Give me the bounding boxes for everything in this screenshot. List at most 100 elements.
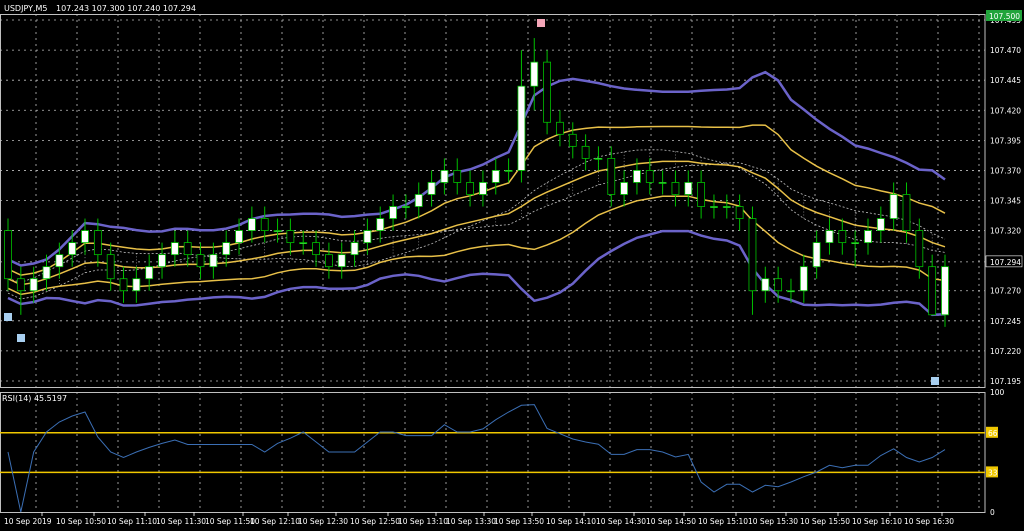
candle-body[interactable] xyxy=(568,133,577,147)
price-tick-label: 107.470 xyxy=(990,46,1021,55)
candle-body[interactable] xyxy=(68,242,77,256)
candle-body[interactable] xyxy=(286,230,295,244)
time-tick-label: 10 Sep 16:30 xyxy=(904,517,954,526)
candle-body[interactable] xyxy=(29,278,38,292)
rsi-level-tag-label: 33 xyxy=(988,468,998,477)
candle-body[interactable] xyxy=(787,290,795,293)
candle-body[interactable] xyxy=(876,218,885,231)
time-tick-label: 10 Sep 14:50 xyxy=(646,517,696,526)
candle-body[interactable] xyxy=(145,266,154,280)
time-tick-label: 10 Sep 11:10 xyxy=(107,517,157,526)
candle-body[interactable] xyxy=(389,206,397,219)
candle-body[interactable] xyxy=(889,194,898,219)
candle-body[interactable] xyxy=(556,121,564,135)
candle-body[interactable] xyxy=(324,254,333,268)
quote-label: 107.243 107.300 107.240 107.294 xyxy=(56,4,196,13)
candle-body[interactable] xyxy=(735,206,744,219)
candle-body[interactable] xyxy=(864,230,872,244)
time-tick-label: 10 Sep 12:50 xyxy=(350,517,400,526)
time-tick-label: 10 Sep 16:10 xyxy=(852,517,902,526)
candle-body[interactable] xyxy=(132,278,141,292)
candle-body[interactable] xyxy=(504,170,513,172)
price-tick-label: 107.420 xyxy=(990,106,1021,115)
candle-body[interactable] xyxy=(812,242,821,268)
candle-body[interactable] xyxy=(235,230,243,244)
candle-body[interactable] xyxy=(260,218,269,231)
candle-body[interactable] xyxy=(491,170,500,183)
candle-body[interactable] xyxy=(170,242,179,256)
candle-body[interactable] xyxy=(774,278,783,292)
candle-body[interactable] xyxy=(453,170,462,183)
candle-body[interactable] xyxy=(748,218,757,292)
candle-body[interactable] xyxy=(196,254,205,268)
candle-body[interactable] xyxy=(16,278,25,292)
candle-body[interactable] xyxy=(479,182,487,195)
candle-body[interactable] xyxy=(55,254,64,268)
candle-body[interactable] xyxy=(825,230,834,244)
rsi-tick-label: 100 xyxy=(990,388,1005,397)
price-tick-label: 107.445 xyxy=(990,76,1021,85)
candle-body[interactable] xyxy=(247,218,256,231)
time-tick-label: 10 Sep 12:10 xyxy=(250,517,300,526)
candle-body[interactable] xyxy=(851,242,860,245)
candle-body[interactable] xyxy=(697,182,706,207)
candle-body[interactable] xyxy=(312,242,320,256)
candle-body[interactable] xyxy=(928,266,937,316)
candle-body[interactable] xyxy=(838,230,847,244)
candle-body[interactable] xyxy=(119,278,128,292)
candle-body[interactable] xyxy=(915,230,924,268)
price-tick-label: 107.320 xyxy=(990,227,1021,236)
candle-body[interactable] xyxy=(517,85,526,171)
candle-body[interactable] xyxy=(183,242,192,256)
candle-body[interactable] xyxy=(402,206,410,208)
candle-body[interactable] xyxy=(941,266,949,316)
candle-body[interactable] xyxy=(440,170,449,183)
time-tick-label: 10 Sep 13:10 xyxy=(398,517,448,526)
candle-body[interactable] xyxy=(658,182,667,184)
candle-body[interactable] xyxy=(414,194,423,207)
time-tick-label: 10 Sep 13:50 xyxy=(494,517,544,526)
candle-body[interactable] xyxy=(902,194,911,231)
candle-body[interactable] xyxy=(671,182,680,195)
candle-body[interactable] xyxy=(710,206,718,208)
candle-body[interactable] xyxy=(81,230,89,244)
candle-body[interactable] xyxy=(530,61,539,87)
time-tick-label: 10 Sep 11:50 xyxy=(205,517,255,526)
candle-body[interactable] xyxy=(158,254,166,268)
candle-body[interactable] xyxy=(427,182,436,195)
candle-body[interactable] xyxy=(684,182,693,195)
price-chart[interactable]: 107.495107.470107.445107.420107.395107.3… xyxy=(0,0,1024,531)
candle-body[interactable] xyxy=(222,242,231,256)
candle-body[interactable] xyxy=(363,230,372,244)
time-tick-label: 10 Sep 14:30 xyxy=(596,517,646,526)
candle-body[interactable] xyxy=(376,218,385,231)
candle-body[interactable] xyxy=(761,278,770,292)
price-tick-label: 107.195 xyxy=(990,377,1021,386)
price-tick-label: 107.220 xyxy=(990,347,1021,356)
candle-body[interactable] xyxy=(4,230,12,280)
candle-body[interactable] xyxy=(620,182,629,195)
candle-body[interactable] xyxy=(106,254,115,280)
candle-body[interactable] xyxy=(645,170,654,183)
candle-body[interactable] xyxy=(581,145,590,159)
candle-body[interactable] xyxy=(42,266,51,280)
candle-body[interactable] xyxy=(273,230,282,232)
rsi-title: RSI(14) 45.5197 xyxy=(2,394,67,403)
buy-marker xyxy=(931,377,939,385)
candle-body[interactable] xyxy=(607,157,616,195)
candle-body[interactable] xyxy=(543,61,551,123)
candle-body[interactable] xyxy=(799,266,808,292)
candle-body[interactable] xyxy=(350,242,359,256)
candle-body[interactable] xyxy=(633,170,641,183)
price-tick-label: 107.245 xyxy=(990,317,1021,326)
candle-body[interactable] xyxy=(466,182,474,195)
candle-body[interactable] xyxy=(299,242,308,245)
candle-body[interactable] xyxy=(93,230,102,256)
symbol-label: USDJPY,M5 xyxy=(4,4,48,13)
price-tick-label: 107.345 xyxy=(990,197,1021,206)
candle-body[interactable] xyxy=(337,254,346,268)
candle-body[interactable] xyxy=(722,206,731,208)
candle-body[interactable] xyxy=(209,254,218,268)
candle-body[interactable] xyxy=(594,157,603,160)
time-tick-label: 10 Sep 15:10 xyxy=(698,517,748,526)
